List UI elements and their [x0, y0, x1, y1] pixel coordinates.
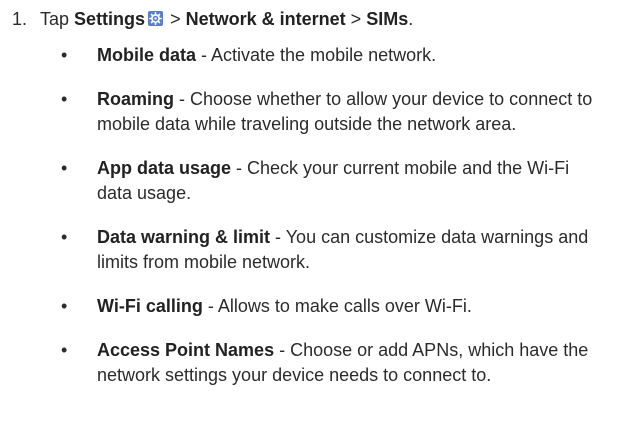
item-desc: - Activate the mobile network.: [196, 45, 437, 65]
list-item-data-warning: • Data warning & limit - You can customi…: [0, 225, 620, 275]
step-end: .: [408, 9, 414, 29]
item-term: Wi-Fi calling: [97, 296, 203, 316]
tap-text: Tap: [40, 9, 70, 29]
bullet: •: [61, 340, 68, 360]
bullet: •: [61, 227, 68, 247]
item-term: App data usage: [97, 158, 232, 178]
step-1: 1. Tap Settings > Network & internet > SI…: [0, 7, 620, 31]
bullet: •: [61, 89, 68, 109]
option-list: • Mobile data - Activate the mobile netw…: [0, 43, 620, 407]
item-desc: - Allows to make calls over Wi-Fi.: [202, 296, 472, 316]
bullet: •: [61, 296, 68, 316]
item-term: Data warning & limit: [97, 227, 271, 247]
sims-label: SIMs: [366, 9, 409, 29]
list-item-roaming: • Roaming - Choose whether to allow your…: [0, 87, 620, 137]
list-item-app-data-usage: • App data usage - Check your current mo…: [0, 156, 620, 206]
step-number: 1.: [12, 9, 28, 29]
item-term: Roaming: [97, 89, 175, 109]
list-item-wifi-calling: • Wi-Fi calling - Allows to make calls o…: [0, 294, 620, 319]
item-term: Mobile data: [97, 45, 197, 65]
item-term: Access Point Names: [97, 340, 275, 360]
list-item-mobile-data: • Mobile data - Activate the mobile netw…: [0, 43, 620, 68]
separator: >: [170, 9, 181, 29]
network-internet-label: Network & internet: [185, 9, 346, 29]
gear-icon: [148, 11, 164, 26]
settings-label: Settings: [74, 9, 146, 29]
bullet: •: [61, 45, 68, 65]
separator: >: [350, 9, 362, 29]
bullet: •: [61, 158, 68, 178]
list-item-access-point-names: • Access Point Names - Choose or add APN…: [0, 338, 620, 388]
instruction-page: 1. Tap Settings > Network & internet > SI…: [0, 0, 620, 448]
